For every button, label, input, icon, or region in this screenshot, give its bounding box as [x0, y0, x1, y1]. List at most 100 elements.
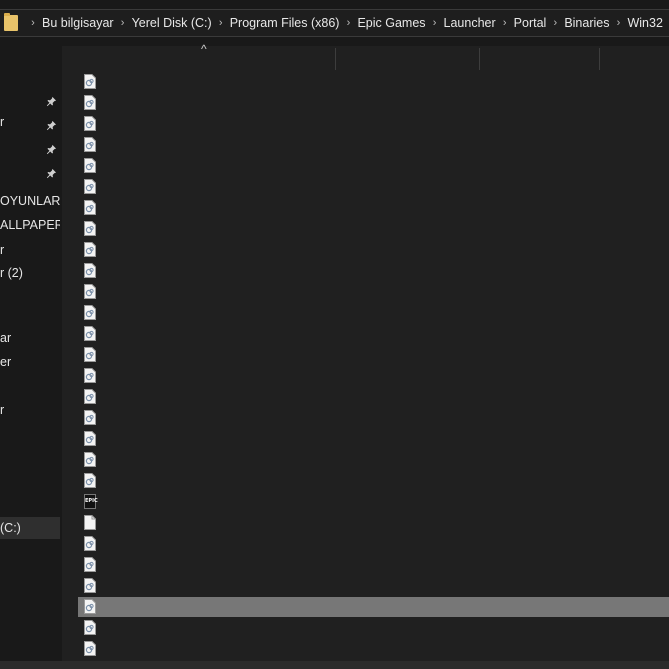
file-row[interactable] — [78, 177, 669, 197]
file-row[interactable] — [78, 555, 669, 575]
file-row[interactable] — [78, 114, 669, 134]
sidebar-item[interactable] — [0, 287, 60, 309]
sidebar-item[interactable]: (C:) — [0, 517, 60, 539]
sidebar-item[interactable]: r — [0, 399, 60, 421]
file-row[interactable] — [78, 450, 669, 470]
breadcrumb-item[interactable]: Win32 — [627, 16, 662, 30]
file-row[interactable] — [78, 534, 669, 554]
breadcrumb-item[interactable]: Yerel Disk (C:) — [132, 16, 212, 30]
dll-file-icon — [84, 578, 96, 593]
dll-file-icon — [84, 242, 96, 257]
file-row[interactable] — [78, 576, 669, 596]
file-row[interactable] — [78, 408, 669, 428]
sidebar-item[interactable]: r (2) — [0, 262, 60, 284]
dll-file-icon — [84, 410, 96, 425]
navigation-pane: r OYUNLAR ALLPAPER r r (2) ar er r (C:) — [0, 46, 60, 669]
blank-file-icon — [84, 515, 96, 530]
pin-icon — [46, 92, 57, 107]
sidebar-item[interactable] — [0, 159, 60, 181]
status-bar — [0, 661, 669, 669]
file-row[interactable] — [78, 639, 669, 659]
breadcrumb-separator-icon[interactable]: › — [546, 17, 564, 29]
sidebar-item-label: r — [0, 115, 5, 129]
dll-file-icon — [84, 326, 96, 341]
file-row[interactable] — [78, 93, 669, 113]
file-row[interactable] — [78, 135, 669, 155]
dll-file-icon — [84, 347, 96, 362]
file-row[interactable] — [78, 618, 669, 638]
dll-file-icon — [84, 158, 96, 173]
breadcrumb-separator-icon[interactable]: › — [212, 17, 230, 29]
sidebar-item[interactable]: r — [0, 239, 60, 261]
breadcrumb-separator-icon[interactable]: › — [609, 17, 627, 29]
breadcrumb-separator-icon[interactable]: › — [339, 17, 357, 29]
file-row[interactable] — [78, 366, 669, 386]
dll-file-icon — [84, 452, 96, 467]
column-divider[interactable] — [479, 48, 480, 70]
breadcrumb-item[interactable]: Launcher — [444, 16, 496, 30]
file-row[interactable] — [78, 261, 669, 281]
file-row[interactable] — [78, 324, 669, 344]
address-bar: › Bu bilgisayar › Yerel Disk (C:) › Program F… — [0, 0, 669, 46]
sidebar-item[interactable]: ar — [0, 327, 60, 349]
dll-file-icon — [84, 368, 96, 383]
dll-file-icon — [84, 305, 96, 320]
sidebar-item-label: ar — [0, 331, 12, 345]
dll-file-icon — [84, 179, 96, 194]
dll-file-icon — [84, 200, 96, 215]
file-row[interactable] — [78, 597, 669, 617]
dll-file-icon — [84, 620, 96, 635]
breadcrumb[interactable]: › Bu bilgisayar › Yerel Disk (C:) › Program F… — [0, 9, 669, 37]
sidebar-item[interactable]: OYUNLAR — [0, 190, 60, 212]
file-row[interactable] — [78, 471, 669, 491]
sidebar-item-label: r (2) — [0, 266, 23, 280]
pin-icon — [46, 164, 57, 179]
breadcrumb-item[interactable]: Binaries — [564, 16, 609, 30]
dll-file-icon — [84, 284, 96, 299]
sidebar-item[interactable] — [0, 87, 60, 109]
sort-ascending-icon[interactable]: ^ — [201, 42, 207, 56]
file-row[interactable] — [78, 219, 669, 239]
column-divider[interactable] — [599, 48, 600, 70]
dll-file-icon — [84, 431, 96, 446]
file-list[interactable]: ^ EPIC — [62, 42, 669, 669]
dll-file-icon — [84, 137, 96, 152]
breadcrumb-separator-icon[interactable]: › — [24, 17, 42, 29]
breadcrumb-separator-icon[interactable]: › — [426, 17, 444, 29]
sidebar-item-label: r — [0, 403, 5, 417]
dll-file-icon — [84, 641, 96, 656]
file-row[interactable] — [78, 282, 669, 302]
dll-file-icon — [84, 599, 96, 614]
dll-file-icon — [84, 74, 96, 89]
breadcrumb-item[interactable]: Bu bilgisayar — [42, 16, 114, 30]
pin-icon — [46, 116, 57, 131]
file-row[interactable] — [78, 156, 669, 176]
sidebar-item-label: er — [0, 355, 12, 369]
epic-games-icon: EPIC — [84, 494, 98, 509]
file-row[interactable]: EPIC — [78, 492, 669, 512]
file-row[interactable] — [78, 429, 669, 449]
folder-icon — [4, 13, 18, 31]
file-row[interactable] — [78, 240, 669, 260]
file-row[interactable] — [78, 345, 669, 365]
sidebar-item[interactable]: ALLPAPER — [0, 214, 60, 236]
file-row[interactable] — [78, 198, 669, 218]
sidebar-item-label: OYUNLAR — [0, 194, 60, 208]
dll-file-icon — [84, 473, 96, 488]
column-divider[interactable] — [335, 48, 336, 70]
file-row[interactable] — [78, 387, 669, 407]
breadcrumb-item[interactable]: Program Files (x86) — [230, 16, 340, 30]
breadcrumb-item[interactable]: Epic Games — [357, 16, 425, 30]
sidebar-item[interactable]: r — [0, 111, 60, 133]
breadcrumb-item[interactable]: Portal — [514, 16, 547, 30]
breadcrumb-separator-icon[interactable]: › — [114, 17, 132, 29]
breadcrumb-separator-icon[interactable]: › — [496, 17, 514, 29]
sidebar-item[interactable]: er — [0, 351, 60, 373]
sidebar-item[interactable] — [0, 135, 60, 157]
file-row[interactable] — [78, 513, 669, 533]
dll-file-icon — [84, 536, 96, 551]
sidebar-item[interactable] — [0, 375, 60, 397]
file-row[interactable] — [78, 303, 669, 323]
sidebar-item-label: ALLPAPER — [0, 218, 60, 232]
file-row[interactable] — [78, 72, 669, 92]
